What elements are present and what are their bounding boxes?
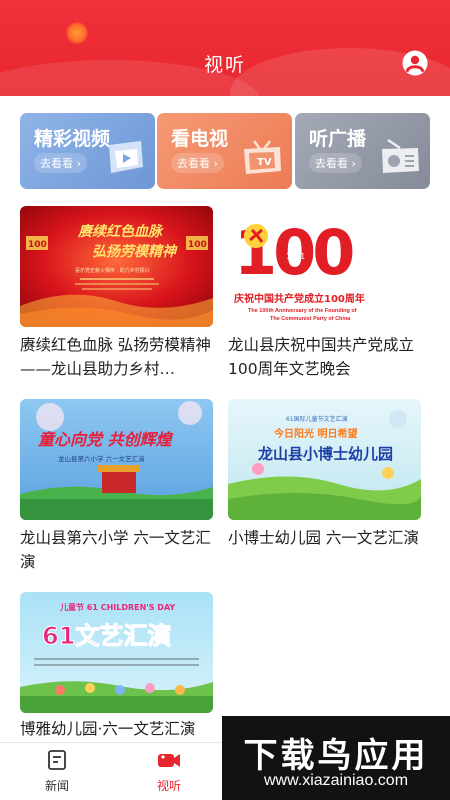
video-caption: 博雅幼儿园·六一文艺汇演 (20, 720, 196, 738)
tab-label: 新闻 (44, 779, 69, 793)
category-name: 看电视 (171, 128, 229, 150)
page-title: 视听 (203, 54, 246, 76)
thumb-title-line: 赓续红色血脉 (77, 223, 164, 240)
thumb-year: 1921 (286, 252, 305, 261)
tab-news[interactable]: 新闻 (27, 749, 87, 797)
svg-text:TV: TV (257, 157, 272, 168)
video-play-icon (109, 141, 143, 173)
thumb-badge: 100 (188, 240, 207, 250)
video-caption: 赓续红色血脉 弘扬劳模精神 ——龙山县助力乡村… (20, 336, 211, 378)
video-caption: 龙山县庆祝中国共产党成立100周年文艺晚会 (228, 336, 415, 378)
category-go-link[interactable]: 去看看 › (34, 153, 87, 173)
thumb-en-line: The 100th Anniversary of the Founding of (248, 308, 357, 314)
video-caption: 小博士幼儿园 六一文艺汇演 (228, 529, 419, 547)
video-thumbnail[interactable]: 100 100 赓续红色血脉 弘扬劳模精神 喜乐党史薪火相传 · 助力乡村振兴 (20, 206, 213, 327)
user-avatar-icon[interactable] (402, 50, 428, 76)
category-name: 听广播 (309, 128, 367, 150)
app-header: 视听 (0, 0, 450, 96)
video-item[interactable]: 儿童节 61 CHILDREN'S DAY 61文艺汇演 博雅幼儿园·六一文艺汇… (20, 592, 213, 741)
category-card-tv[interactable]: 看电视 去看看 › TV (157, 113, 292, 189)
video-thumbnail[interactable]: 61国际儿童节文艺汇演 今日阳光 明日希望 龙山县小博士幼儿园 (228, 399, 421, 520)
thumb-title: 童心向党 共创辉煌 (38, 430, 174, 449)
thumb-top-text: 儿童节 61 CHILDREN'S DAY (59, 602, 175, 612)
category-go-link[interactable]: 去看看 › (309, 153, 362, 173)
tab-label: 视听 (156, 779, 181, 793)
thumb-subtitle: 龙山县第六小学 六一文艺汇演 (58, 454, 145, 463)
thumb-title: 61文艺汇演 (42, 622, 171, 650)
thumb-title: 龙山县小博士幼儿园 (257, 445, 393, 463)
video-item[interactable]: 61国际儿童节文艺汇演 今日阳光 明日希望 龙山县小博士幼儿园 小博士幼儿园 六… (228, 399, 421, 550)
news-icon (48, 750, 66, 770)
radio-icon (382, 138, 419, 173)
video-camera-icon (158, 754, 180, 767)
video-item[interactable]: 童心向党 共创辉煌 龙山县第六小学 六一文艺汇演 龙山县第六小学 六一文艺汇演 (20, 399, 213, 574)
thumb-en-line: The Communist Party of China (270, 316, 351, 322)
watermark-brand: 下载鸟应用 (243, 736, 429, 776)
video-thumbnail[interactable]: 儿童节 61 CHILDREN'S DAY 61文艺汇演 (20, 592, 213, 713)
tv-icon: TV (244, 140, 281, 174)
thumb-subtitle: 喜乐党史薪火相传 · 助力乡村振兴 (75, 267, 150, 274)
thumb-year: 2021 (356, 252, 375, 261)
thumb-slogan: 今日阳光 明日希望 (273, 427, 357, 440)
category-card-radio[interactable]: 听广播 去看看 › (295, 113, 430, 189)
video-item[interactable]: 100 100 赓续红色血脉 弘扬劳模精神 喜乐党史薪火相传 · 助力乡村振兴 … (20, 206, 213, 381)
video-item[interactable]: 100 1921 2021 庆祝中国共产党成立100周年 The 100th A… (228, 206, 421, 381)
thumb-cn-title: 庆祝中国共产党成立100周年 (233, 292, 365, 305)
watermark-url: www.xiazainiao.com (263, 772, 409, 789)
category-card-video[interactable]: 精彩视频 去看看 › (20, 113, 155, 189)
category-name: 精彩视频 (34, 128, 111, 150)
thumb-top-text: 61国际儿童节文艺汇演 (286, 415, 348, 423)
video-caption: 龙山县第六小学 六一文艺汇演 (20, 529, 211, 571)
watermark-overlay: 下载鸟应用 www.xiazainiao.com (222, 716, 450, 800)
header-sun-decoration (66, 22, 88, 44)
category-cards: 精彩视频 去看看 › 看电视 去看看 › TV 听广播 去看看 › (20, 113, 430, 189)
video-thumbnail[interactable]: 100 1921 2021 庆祝中国共产党成立100周年 The 100th A… (228, 206, 421, 327)
video-thumbnail[interactable]: 童心向党 共创辉煌 龙山县第六小学 六一文艺汇演 (20, 399, 213, 520)
category-go-link[interactable]: 去看看 › (171, 153, 224, 173)
thumb-title-line: 弘扬劳模精神 (92, 243, 178, 260)
thumb-badge: 100 (28, 240, 47, 250)
tab-audiovisual[interactable]: 视听 (139, 749, 199, 797)
